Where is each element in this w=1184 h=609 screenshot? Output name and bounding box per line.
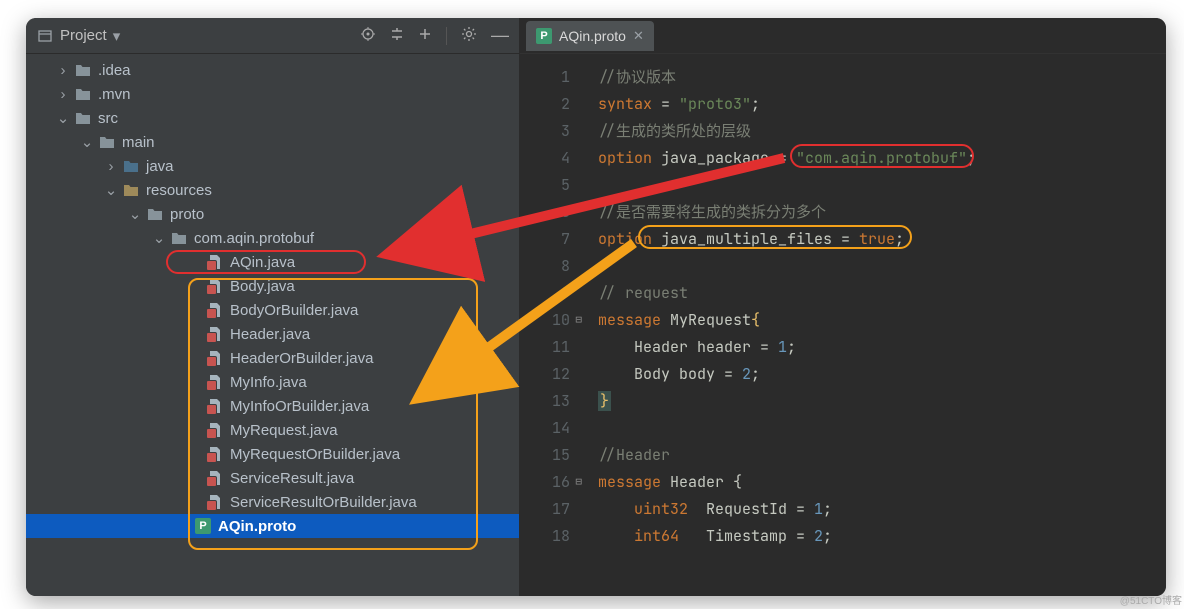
tree-item-java-file[interactable]: ›MyRequestOrBuilder.java: [26, 442, 519, 466]
proto-file-icon: P: [195, 518, 211, 534]
tree-item-package[interactable]: ⌄com.aqin.protobuf: [26, 226, 519, 250]
java-file-icon: [206, 445, 224, 463]
fold-icon[interactable]: ⊟: [575, 469, 582, 496]
java-file-icon: [206, 349, 224, 367]
tree-item-proto-file[interactable]: ›PAQin.proto: [26, 514, 519, 538]
project-sidebar: Project ▾ — ›.idea ›.mvn ⌄src ⌄main ›jav…: [26, 18, 520, 596]
project-tree[interactable]: ›.idea ›.mvn ⌄src ⌄main ›java ⌄resources…: [26, 54, 519, 596]
java-file-icon: [206, 277, 224, 295]
watermark: @51CTO博客: [1120, 592, 1182, 607]
java-file-icon: [206, 301, 224, 319]
dropdown-icon[interactable]: ▾: [113, 27, 121, 45]
tree-item-java-file[interactable]: ›ServiceResult.java: [26, 466, 519, 490]
project-icon: [36, 27, 54, 45]
sidebar-toolbar: Project ▾ —: [26, 18, 519, 54]
expand-icon[interactable]: [390, 27, 404, 45]
tree-item-proto[interactable]: ⌄proto: [26, 202, 519, 226]
tree-item-java-file[interactable]: ›AQin.java: [26, 250, 519, 274]
tree-item-java-file[interactable]: ›ServiceResultOrBuilder.java: [26, 490, 519, 514]
tree-item-java[interactable]: ›java: [26, 154, 519, 178]
java-file-icon: [206, 325, 224, 343]
close-icon[interactable]: ✕: [633, 28, 644, 44]
gutter: 1 2 3 4 5 6 7 8 9 10 11 12 13 14 15 16 1…: [520, 54, 584, 596]
tree-item-java-file[interactable]: ›MyInfo.java: [26, 370, 519, 394]
target-icon[interactable]: [360, 26, 376, 46]
tree-item-java-file[interactable]: ›MyInfoOrBuilder.java: [26, 394, 519, 418]
ide-window: Project ▾ — ›.idea ›.mvn ⌄src ⌄main ›jav…: [26, 18, 1166, 596]
java-file-icon: [206, 373, 224, 391]
tree-item-mvn[interactable]: ›.mvn: [26, 82, 519, 106]
java-file-icon: [206, 493, 224, 511]
tree-item-java-file[interactable]: ›HeaderOrBuilder.java: [26, 346, 519, 370]
sidebar-title: Project: [60, 27, 107, 44]
tree-item-resources[interactable]: ⌄resources: [26, 178, 519, 202]
tree-item-java-file[interactable]: ›BodyOrBuilder.java: [26, 298, 519, 322]
code-editor[interactable]: 1 2 3 4 5 6 7 8 9 10 11 12 13 14 15 16 1…: [520, 54, 1166, 596]
editor-tabs: P AQin.proto ✕: [520, 18, 1166, 54]
tree-item-src[interactable]: ⌄src: [26, 106, 519, 130]
tree-item-java-file[interactable]: ›Body.java: [26, 274, 519, 298]
java-file-icon: [206, 253, 224, 271]
tab-label: AQin.proto: [559, 28, 626, 44]
collapse-icon[interactable]: [418, 27, 432, 45]
code-body[interactable]: //协议版本 syntax = "proto3"; //生成的类所处的层级 op…: [584, 54, 1166, 596]
proto-file-icon: P: [536, 28, 552, 44]
java-file-icon: [206, 421, 224, 439]
fold-icon[interactable]: ⊟: [575, 307, 582, 334]
tree-item-java-file[interactable]: ›MyRequest.java: [26, 418, 519, 442]
tab-aqin-proto[interactable]: P AQin.proto ✕: [526, 21, 654, 51]
gear-icon[interactable]: [461, 26, 477, 46]
editor-pane: P AQin.proto ✕ 1 2 3 4 5 6 7 8 9 10 11 1…: [520, 18, 1166, 596]
tree-item-java-file[interactable]: ›Header.java: [26, 322, 519, 346]
tree-item-main[interactable]: ⌄main: [26, 130, 519, 154]
java-file-icon: [206, 469, 224, 487]
java-file-icon: [206, 397, 224, 415]
minimize-icon[interactable]: —: [491, 25, 509, 46]
tree-item-idea[interactable]: ›.idea: [26, 58, 519, 82]
